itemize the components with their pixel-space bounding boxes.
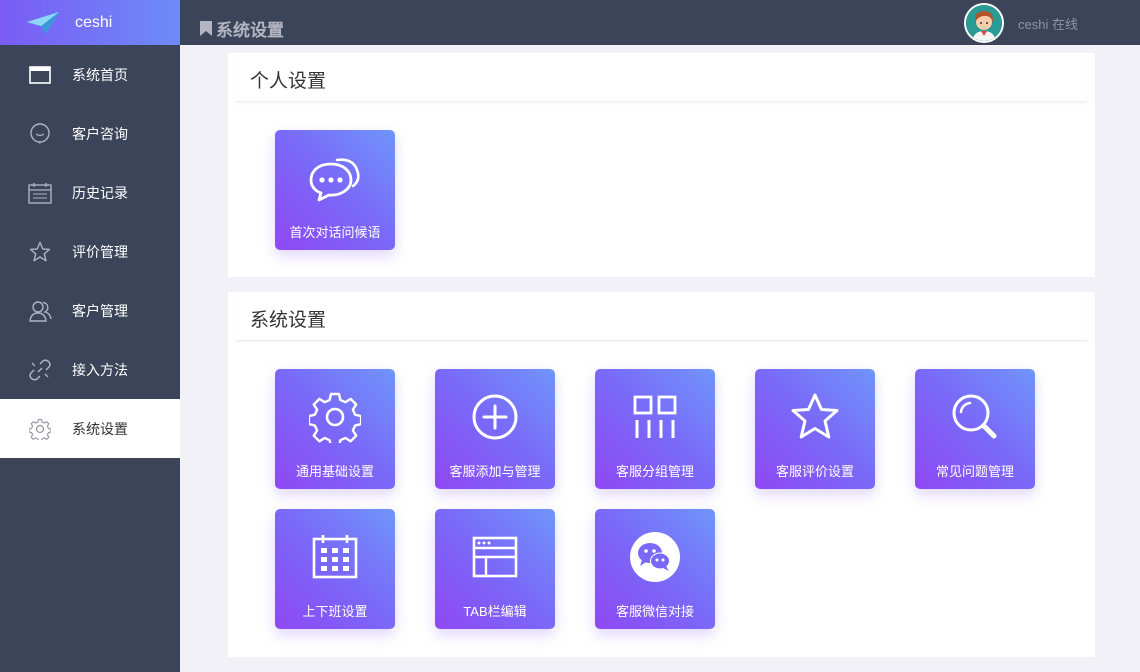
calendar-list-icon [28,181,52,205]
sidebar-item-home[interactable]: 系统首页 [0,45,180,104]
tile-greeting[interactable]: 首次对话问候语 [275,130,395,250]
users-icon [28,299,52,323]
star-icon [28,240,52,264]
wechat-icon [595,531,715,583]
tile-group-management[interactable]: 客服分组管理 [595,369,715,489]
sidebar-item-label: 客户管理 [72,302,128,319]
star-icon [755,391,875,443]
tile-label: TAB栏编辑 [463,604,527,619]
tile-label: 常见问题管理 [935,464,1014,479]
sidebar-item-access[interactable]: 接入方法 [0,340,180,399]
sidebar-item-consult[interactable]: 客户咨询 [0,104,180,163]
page-title: 系统设置 [216,21,284,40]
user-avatar-icon [966,5,1002,41]
tile-label: 客服添加与管理 [449,464,541,479]
tile-wechat-integration[interactable]: 客服微信对接 [595,509,715,629]
brand-bar[interactable]: ceshi [0,0,180,45]
browser-window-icon [435,531,555,583]
tile-faq-management[interactable]: 常见问题管理 [915,369,1035,489]
tile-label: 客服微信对接 [615,604,694,619]
brand-name: ceshi [75,13,113,31]
tile-label: 客服评价设置 [775,464,854,479]
tile-tab-edit[interactable]: TAB栏编辑 [435,509,555,629]
gear-icon [28,417,52,441]
window-icon [28,63,52,87]
tile-label: 上下班设置 [302,604,368,619]
link-icon [28,358,52,382]
sidebar-item-label: 历史记录 [72,184,128,201]
sidebar-item-label: 评价管理 [72,243,128,260]
sidebar-item-settings[interactable]: 系统设置 [0,399,180,458]
section-title: 系统设置 [236,292,1087,341]
section-title: 个人设置 [236,53,1087,102]
sidebar-item-label: 客户咨询 [72,125,128,142]
paper-plane-icon [27,11,59,34]
sidebar-item-label: 系统设置 [72,420,128,437]
top-header: 系统设置 ceshi 在线 [180,0,1140,45]
tile-work-hours[interactable]: 上下班设置 [275,509,395,629]
gear-icon [275,391,395,443]
tile-agent-management[interactable]: 客服添加与管理 [435,369,555,489]
search-icon [915,391,1035,443]
chat-dots-icon [275,152,395,204]
sidebar-item-label: 接入方法 [72,361,128,378]
sidebar-item-rating[interactable]: 评价管理 [0,222,180,281]
tile-label: 首次对话问候语 [289,225,381,240]
tile-rating-settings[interactable]: 客服评价设置 [755,369,875,489]
tile-label: 通用基础设置 [295,464,374,479]
sidebar-item-history[interactable]: 历史记录 [0,163,180,222]
bookmark-icon [200,21,212,36]
sidebar-item-label: 系统首页 [72,66,128,83]
avatar[interactable] [964,3,1004,43]
breadcrumb: 系统设置 [200,16,284,41]
group-grid-icon [595,391,715,443]
tile-label: 客服分组管理 [615,464,694,479]
user-status: ceshi 在线 [1018,17,1078,32]
calendar-icon [275,531,395,583]
plus-circle-icon [435,391,555,443]
tile-general-settings[interactable]: 通用基础设置 [275,369,395,489]
system-settings-panel: 系统设置 通用基础设置 客服添加与管理 客服分组管理 客服评价设置 常见问题管理… [228,292,1095,657]
chat-bubble-icon [28,122,52,146]
personal-settings-panel: 个人设置 首次对话问候语 [228,53,1095,277]
sidebar-item-customers[interactable]: 客户管理 [0,281,180,340]
sidebar: ceshi 系统首页 客户咨询 历史记录 评价管理 客户管理 接入方法 系统设置 [0,0,180,672]
